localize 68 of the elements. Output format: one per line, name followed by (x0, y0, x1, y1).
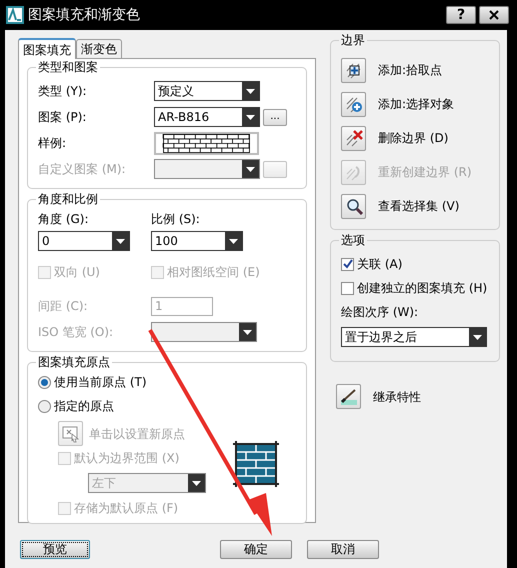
boundary-button[interactable] (341, 194, 366, 218)
checkbox-label: 创建独立的图案填充 (H) (357, 280, 488, 297)
hatch-plus-icon (344, 95, 362, 113)
caret-icon (473, 334, 482, 340)
button-caption: 删除边界 (D) (378, 130, 448, 147)
field-label: 间距 (C): (38, 298, 89, 315)
checkbox-label: 默认为边界范围 (X) (74, 450, 180, 467)
group-title: 图案填充原点 (36, 355, 112, 369)
search-icon (344, 197, 362, 215)
field-label: 角度 (G): (38, 211, 90, 228)
dialog-button[interactable]: 预览 (20, 540, 90, 559)
field-label: 样例: (38, 135, 68, 152)
group-title: 角度和比例 (36, 192, 100, 206)
field-label: 比例 (S): (151, 211, 201, 228)
caret-icon (246, 114, 255, 120)
button-caption: 查看选择集 (V) (378, 198, 460, 215)
dialog-button[interactable]: 取消 (307, 540, 379, 559)
field-label: 图案 (P): (38, 109, 88, 126)
radio-label: 指定的原点 (54, 398, 114, 415)
pattern-dropdown[interactable]: AR-B816 (154, 107, 260, 127)
tab[interactable]: 图案填充 (18, 38, 76, 59)
checkbox-label: 存储为默认原点 (F) (74, 500, 178, 517)
radio-button[interactable] (38, 376, 51, 388)
caret-icon (243, 330, 252, 334)
dialog-button[interactable]: 确定 (220, 540, 292, 559)
close-button[interactable] (479, 6, 509, 24)
field-label: 自定义图案 (M): (38, 161, 127, 178)
boundary-button[interactable] (341, 126, 366, 150)
caret-icon (246, 88, 255, 94)
group-title: 类型和图案 (36, 60, 100, 74)
app-icon (6, 6, 24, 24)
pattern-dropdown[interactable] (154, 159, 260, 179)
radio-button[interactable] (38, 400, 51, 412)
checkbox-label: 相对图纸空间 (E) (167, 264, 260, 281)
brush-icon (340, 388, 358, 406)
button-caption: 添加:拾取点 (378, 62, 442, 79)
boundary-button[interactable] (341, 58, 366, 82)
browse-button[interactable]: ... (263, 108, 287, 126)
type-dropdown[interactable]: 预定义 (154, 81, 260, 101)
caret-icon (229, 238, 238, 244)
caret-icon (116, 238, 125, 244)
button-caption: 添加:选择对象 (378, 96, 454, 113)
inherit-button[interactable] (336, 384, 361, 409)
caret-icon (192, 480, 201, 486)
associative-checkbox[interactable] (341, 258, 354, 270)
angle-dropdown[interactable]: 0 (38, 231, 130, 251)
help-button[interactable]: ? (446, 6, 476, 24)
field-label: 绘图次序 (W): (341, 304, 420, 321)
independent-checkbox[interactable] (341, 282, 354, 294)
group-title: 边界 (339, 33, 367, 47)
radio-label: 使用当前原点 (T) (54, 374, 147, 391)
scale-dropdown[interactable]: 100 (151, 231, 243, 251)
checkbox-label: 双向 (U) (54, 264, 100, 281)
field-label: ISO 笔宽 (O): (38, 324, 114, 341)
checkbox-label: 关联 (A) (357, 256, 402, 273)
button-caption: 单击以设置新原点 (89, 426, 185, 442)
caret-icon (246, 166, 255, 172)
group-title: 选项 (339, 233, 367, 247)
button-caption: 重新创建边界 (R) (378, 164, 472, 181)
brick-pattern-icon (233, 441, 279, 487)
window-title: 图案填充和渐变色 (28, 6, 140, 24)
hatch-plus-icon (344, 61, 362, 79)
button-caption: 继承特性 (373, 388, 421, 406)
tab[interactable]: 渐变色 (76, 39, 122, 58)
hatch-cross-icon (344, 129, 362, 147)
draw-order-dropdown[interactable]: 置于边界之后 (341, 327, 487, 347)
field-label: 类型 (Y): (38, 83, 88, 100)
close-icon (489, 10, 499, 20)
